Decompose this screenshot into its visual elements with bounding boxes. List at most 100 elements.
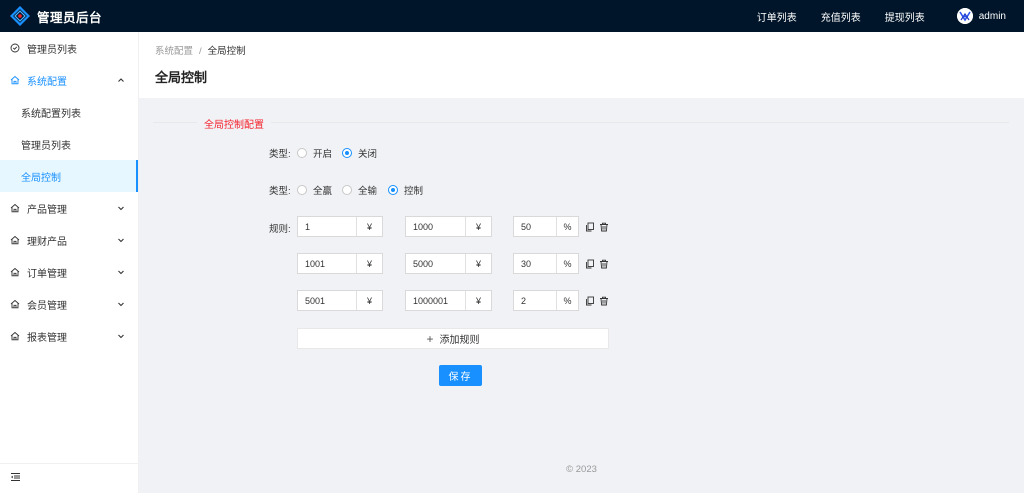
add-rule-button[interactable]: + 添加规则	[297, 328, 609, 349]
rule-2-max-input[interactable]: 5000 ¥	[405, 253, 492, 274]
input-value: 1	[305, 221, 311, 232]
footer-text: 2023	[575, 464, 597, 475]
radio-circle	[342, 185, 352, 195]
sidebar-item-label: 产品管理	[27, 204, 67, 216]
sidebar-subitem-global-control[interactable]: 全局控制	[0, 160, 138, 192]
radio-circle	[297, 148, 307, 158]
rule-1-percent-input[interactable]: 50 %	[513, 216, 579, 237]
radio-off[interactable]: 关闭	[342, 146, 377, 160]
home-icon	[10, 235, 20, 245]
currency-unit: ¥	[465, 217, 491, 236]
footer: © 2023	[139, 464, 1024, 475]
add-rule-label: 添加规则	[439, 335, 480, 346]
radio-control[interactable]: 控制	[388, 183, 423, 197]
radio-on[interactable]: 开启	[297, 146, 332, 160]
type-label: 类型:	[269, 186, 291, 197]
avatar	[956, 8, 973, 24]
sidebar-item-label: 订单管理	[27, 268, 67, 280]
main-content: 全局控制配置 类型: 开启 关闭 类型: 全赢 全输 控制 规则: 1 ¥ 10…	[139, 98, 1024, 493]
menu-fold-icon	[10, 472, 21, 485]
clock-icon	[10, 43, 20, 53]
input-value: 1000001	[413, 295, 449, 306]
sidebar-subitem-admin-list[interactable]: 管理员列表	[0, 128, 138, 160]
rule-3-max-input[interactable]: 1000001 ¥	[405, 290, 492, 311]
chevron-down-icon	[116, 203, 126, 213]
nav-recharge-list[interactable]: 充值列表	[821, 9, 861, 24]
home-icon	[10, 331, 20, 341]
section-title: 全局控制配置	[197, 116, 271, 131]
chevron-down-icon	[116, 331, 126, 341]
chevron-down-icon	[116, 267, 126, 277]
sidebar-item-label: 理财产品	[27, 236, 67, 248]
top-header: 管理员后台 订单列表 充值列表 提现列表 admin	[0, 0, 1024, 32]
sidebar-item-member-mgmt[interactable]: 会员管理	[0, 288, 138, 320]
radio-label: 开启	[313, 149, 333, 160]
delete-icon[interactable]	[599, 296, 609, 306]
radio-label: 控制	[404, 186, 424, 197]
rule-2-percent-input[interactable]: 30 %	[513, 253, 579, 274]
percent-unit: %	[556, 217, 578, 236]
radio-label: 全输	[358, 186, 378, 197]
sidebar-subitem-system-config-list[interactable]: 系统配置列表	[0, 96, 138, 128]
sidebar-item-admin-list[interactable]: 管理员列表	[0, 32, 138, 64]
percent-unit: %	[556, 291, 578, 310]
user-menu[interactable]: admin	[956, 8, 1006, 24]
app-title: 管理员后台	[37, 10, 103, 25]
rule-1-min-input[interactable]: 1 ¥	[297, 216, 383, 237]
breadcrumb-current: 全局控制	[207, 46, 246, 57]
copy-icon[interactable]	[585, 296, 595, 306]
nav-withdraw-list[interactable]: 提现列表	[885, 9, 925, 24]
input-value: 1001	[305, 258, 326, 269]
logo[interactable]: 管理员后台	[9, 0, 103, 32]
sidebar-item-finance-products[interactable]: 理财产品	[0, 224, 138, 256]
chevron-up-icon	[116, 75, 126, 85]
radio-label: 全赢	[313, 186, 333, 197]
copy-icon[interactable]	[585, 259, 595, 269]
percent-unit: %	[556, 254, 578, 273]
home-icon	[10, 299, 20, 309]
home-icon	[10, 267, 20, 277]
breadcrumb-parent[interactable]: 系统配置	[155, 46, 193, 57]
plus-icon: +	[426, 331, 434, 346]
sidebar-item-report-mgmt[interactable]: 报表管理	[0, 320, 138, 352]
input-value: 5001	[305, 295, 326, 306]
type-label: 类型:	[269, 149, 291, 160]
sidebar-item-label: 报表管理	[27, 332, 67, 344]
top-nav: 订单列表 充值列表 提现列表	[757, 0, 925, 32]
currency-unit: ¥	[356, 254, 382, 273]
page-title: 全局控制	[155, 70, 208, 85]
save-button[interactable]: 保存	[439, 365, 482, 386]
chevron-down-icon	[116, 299, 126, 309]
input-value: 5000	[413, 258, 434, 269]
rule-1-max-input[interactable]: 1000 ¥	[405, 216, 492, 237]
sidebar-item-system-config[interactable]: 系统配置	[0, 64, 138, 96]
copy-icon[interactable]	[585, 222, 595, 232]
currency-unit: ¥	[356, 217, 382, 236]
sidebar-item-product-mgmt[interactable]: 产品管理	[0, 192, 138, 224]
input-value: 1000	[413, 221, 434, 232]
rule-label: 规则:	[269, 224, 291, 235]
section-divider	[153, 122, 1009, 123]
sidebar-item-label: 会员管理	[27, 300, 67, 312]
logo-icon	[9, 5, 31, 27]
rule-3-min-input[interactable]: 5001 ¥	[297, 290, 383, 311]
input-value: 50	[521, 221, 532, 232]
sidebar-item-order-mgmt[interactable]: 订单管理	[0, 256, 138, 288]
page-header: 系统配置 / 全局控制 全局控制	[139, 32, 1024, 98]
username: admin	[978, 10, 1006, 22]
sidebar-collapse-button[interactable]	[0, 463, 138, 493]
rule-2-min-input[interactable]: 1001 ¥	[297, 253, 383, 274]
home-icon	[10, 75, 20, 85]
radio-circle	[342, 148, 352, 158]
nav-order-list[interactable]: 订单列表	[757, 9, 797, 24]
currency-unit: ¥	[465, 254, 491, 273]
delete-icon[interactable]	[599, 222, 609, 232]
home-icon	[10, 203, 20, 213]
radio-all-lose[interactable]: 全输	[342, 183, 377, 197]
rule-3-percent-input[interactable]: 2 %	[513, 290, 579, 311]
input-value: 2	[521, 295, 527, 306]
avatar-icon	[956, 8, 973, 24]
breadcrumb-separator: /	[199, 46, 202, 57]
radio-all-win[interactable]: 全赢	[297, 183, 332, 197]
delete-icon[interactable]	[599, 259, 609, 269]
